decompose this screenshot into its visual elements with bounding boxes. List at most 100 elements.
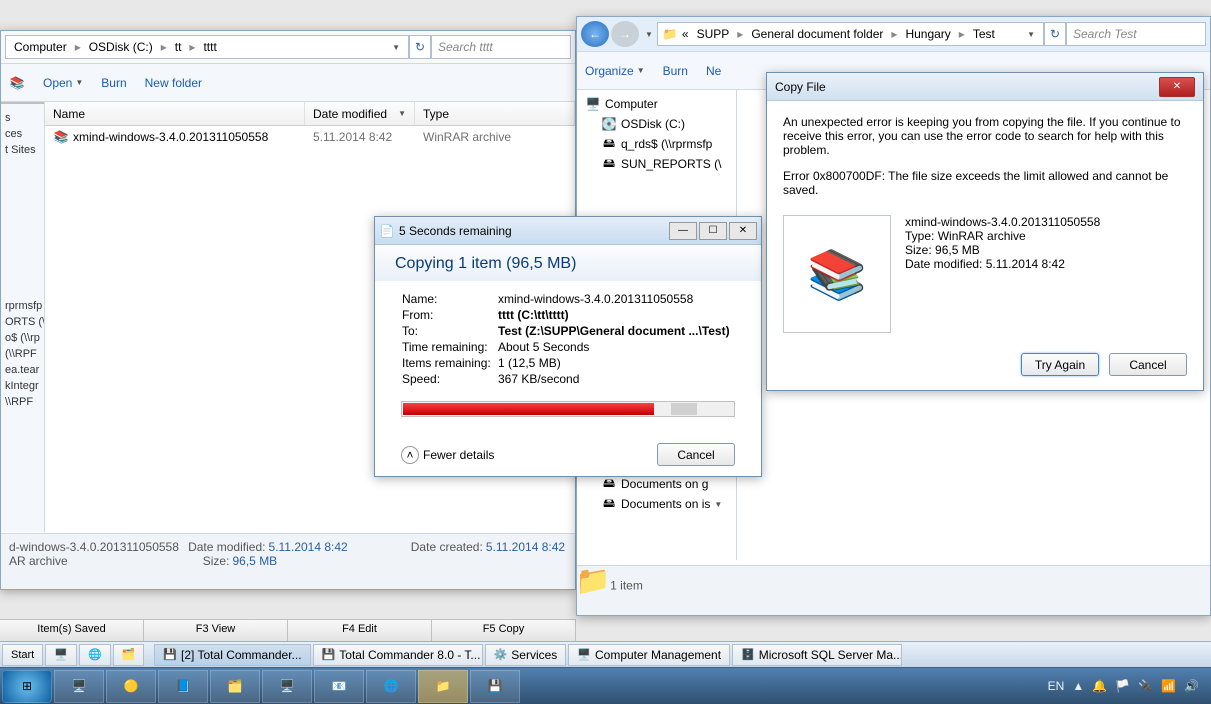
task-button[interactable]: 🌐 bbox=[366, 670, 416, 703]
open-button[interactable]: Open ▼ bbox=[43, 76, 83, 90]
winrar-icon: 📚 bbox=[53, 129, 69, 145]
copy-dialog: 📄 5 Seconds remaining — ☐ ✕ Copying 1 it… bbox=[374, 216, 762, 477]
tree-item: 🖴SUN_REPORTS (\ bbox=[585, 154, 728, 174]
error-code: Error 0x800700DF: The file size exceeds … bbox=[783, 169, 1187, 197]
nav-bar: ← → ▼ 📁 « SUPP▸ General document folder▸… bbox=[577, 17, 1210, 52]
title: Copy File bbox=[775, 80, 826, 94]
col-type[interactable]: Type bbox=[415, 102, 575, 125]
task-item[interactable]: 🖥️ Computer Management bbox=[568, 644, 730, 666]
f3-button[interactable]: F3 View bbox=[144, 620, 288, 641]
tree-item: 🖴Documents on g bbox=[585, 474, 728, 494]
task-button[interactable]: 💾 bbox=[470, 670, 520, 703]
col-name[interactable]: Name bbox=[45, 102, 305, 125]
task-button[interactable]: 📘 bbox=[158, 670, 208, 703]
task-button[interactable]: 📧 bbox=[314, 670, 364, 703]
new-folder-button[interactable]: Ne bbox=[706, 64, 721, 78]
crumb[interactable]: Computer bbox=[10, 40, 71, 54]
crumb[interactable]: SUPP bbox=[693, 27, 734, 41]
status-bar: d-windows-3.4.0.201311050558 Date modifi… bbox=[1, 533, 575, 589]
tree-item: 🖥️Computer bbox=[585, 94, 728, 114]
start-orb[interactable]: ⊞ bbox=[2, 670, 52, 703]
task-button[interactable]: 🗂️ bbox=[210, 670, 260, 703]
refresh-button[interactable]: ↻ bbox=[1044, 22, 1066, 46]
breadcrumb[interactable]: 📁 « SUPP▸ General document folder▸ Hunga… bbox=[657, 22, 1044, 46]
crumb[interactable]: Hungary bbox=[901, 27, 954, 41]
burn-button[interactable]: Burn bbox=[663, 64, 688, 78]
task-button[interactable]: 🟡 bbox=[106, 670, 156, 703]
system-tray[interactable]: EN ▲ 🔔 🏳️ 🔌 📶 🔊 bbox=[1048, 679, 1209, 693]
tree-item: 🖴q_rds$ (\\rprmsfp bbox=[585, 134, 728, 154]
close-button[interactable]: ✕ bbox=[729, 222, 757, 240]
new-folder-button[interactable]: New folder bbox=[145, 76, 202, 90]
f5-button[interactable]: F5 Copy bbox=[432, 620, 576, 641]
crumb[interactable]: tt bbox=[171, 40, 186, 54]
lang-indicator[interactable]: EN bbox=[1048, 679, 1065, 693]
close-button[interactable]: ✕ bbox=[1159, 77, 1195, 97]
file-info: xmind-windows-3.4.0.201311050558 Type: W… bbox=[905, 215, 1100, 271]
status-bar: 📁 1 item bbox=[577, 565, 1210, 615]
disk-icon: 💽 bbox=[601, 116, 617, 132]
titlebar: 📄 5 Seconds remaining — ☐ ✕ bbox=[375, 217, 761, 245]
error-message: An unexpected error is keeping you from … bbox=[783, 115, 1187, 157]
chevron-up-icon: ˄ bbox=[401, 446, 419, 464]
netdrive-x-icon: 🖴 bbox=[601, 136, 617, 152]
quick-launch[interactable]: 🖥️ bbox=[45, 644, 77, 666]
file-row[interactable]: 📚xmind-windows-3.4.0.201311050558 5.11.2… bbox=[45, 126, 575, 148]
forward-button[interactable]: → bbox=[611, 21, 639, 47]
try-again-button[interactable]: Try Again bbox=[1021, 353, 1099, 376]
crumb[interactable]: OSDisk (C:) bbox=[85, 40, 157, 54]
task-button[interactable]: 🖥️ bbox=[262, 670, 312, 703]
fkey-bar: Item(s) Saved F3 View F4 Edit F5 Copy bbox=[0, 619, 576, 641]
crumb[interactable]: General document folder bbox=[747, 27, 887, 41]
minimize-button[interactable]: — bbox=[669, 222, 697, 240]
tray-icon[interactable]: 📶 bbox=[1161, 679, 1176, 693]
task-item[interactable]: 💾 [2] Total Commander... bbox=[154, 644, 310, 666]
refresh-button[interactable]: ↻ bbox=[409, 35, 431, 59]
burn-button[interactable]: Burn bbox=[101, 76, 126, 90]
search-input[interactable]: Search Test bbox=[1066, 22, 1206, 46]
crumb[interactable]: tttt bbox=[199, 40, 220, 54]
task-button[interactable]: 🖥️ bbox=[54, 670, 104, 703]
cancel-button[interactable]: Cancel bbox=[1109, 353, 1187, 376]
quick-launch[interactable]: 🗂️ bbox=[113, 644, 145, 666]
maximize-button[interactable]: ☐ bbox=[699, 222, 727, 240]
heading: Copying 1 item (96,5 MB) bbox=[375, 245, 761, 281]
copy-icon: 📄 bbox=[379, 223, 395, 239]
folder-icon: 📁 bbox=[585, 572, 601, 588]
breadcrumb[interactable]: Computer▸ OSDisk (C:)▸ tt▸ tttt ▼ bbox=[5, 35, 409, 59]
file-thumbnail: 📚 bbox=[783, 215, 891, 333]
tray-icon[interactable]: 🔔 bbox=[1092, 679, 1107, 693]
back-button[interactable]: ← bbox=[581, 21, 609, 47]
toolbar: 📚 Open ▼ Burn New folder bbox=[1, 64, 575, 102]
task-item[interactable]: 💾 Total Commander 8.0 - T... bbox=[313, 644, 483, 666]
netdrive-icon: 🖴 bbox=[601, 496, 617, 512]
tray-icon[interactable]: 🏳️ bbox=[1115, 679, 1130, 693]
winrar-icon: 📚 bbox=[9, 75, 25, 91]
fewer-details-button[interactable]: ˄ Fewer details bbox=[401, 446, 494, 464]
search-input[interactable]: Search tttt bbox=[431, 35, 571, 59]
history-dropdown[interactable]: ▼ bbox=[645, 30, 653, 39]
status-saved: Item(s) Saved bbox=[0, 620, 144, 641]
cancel-button[interactable]: Cancel bbox=[657, 443, 735, 466]
task-button[interactable]: 📁 bbox=[418, 670, 468, 703]
task-item[interactable]: 🗄️ Microsoft SQL Server Ma... bbox=[732, 644, 902, 666]
computer-icon: 🖥️ bbox=[585, 96, 601, 112]
tree-item: 🖴Documents on is ▼ bbox=[585, 494, 728, 514]
quick-launch[interactable]: 🌐 bbox=[79, 644, 111, 666]
nav-pane[interactable]: s ces t Sites rprmsfp ORTS (\ o$ (\\rp (… bbox=[1, 102, 45, 532]
tray-icon[interactable]: 🔌 bbox=[1138, 679, 1153, 693]
organize-button[interactable]: Organize ▼ bbox=[585, 64, 645, 78]
titlebar: Copy File ✕ bbox=[767, 73, 1203, 101]
list-header[interactable]: Name Date modified ▼ Type bbox=[45, 102, 575, 126]
start-button[interactable]: Start bbox=[2, 644, 43, 666]
tray-icon[interactable]: ▲ bbox=[1072, 679, 1084, 693]
col-date[interactable]: Date modified ▼ bbox=[305, 102, 415, 125]
tray-icon[interactable]: 🔊 bbox=[1184, 679, 1199, 693]
progress-bar bbox=[401, 401, 735, 417]
task-item[interactable]: ⚙️ Services bbox=[485, 644, 567, 666]
crumb[interactable]: Test bbox=[969, 27, 999, 41]
folder-icon: 📁 bbox=[662, 26, 678, 42]
winrar-icon: 📚 bbox=[829, 266, 845, 282]
details-table: Name:xmind-windows-3.4.0.201311050558 Fr… bbox=[401, 291, 731, 387]
f4-button[interactable]: F4 Edit bbox=[288, 620, 432, 641]
